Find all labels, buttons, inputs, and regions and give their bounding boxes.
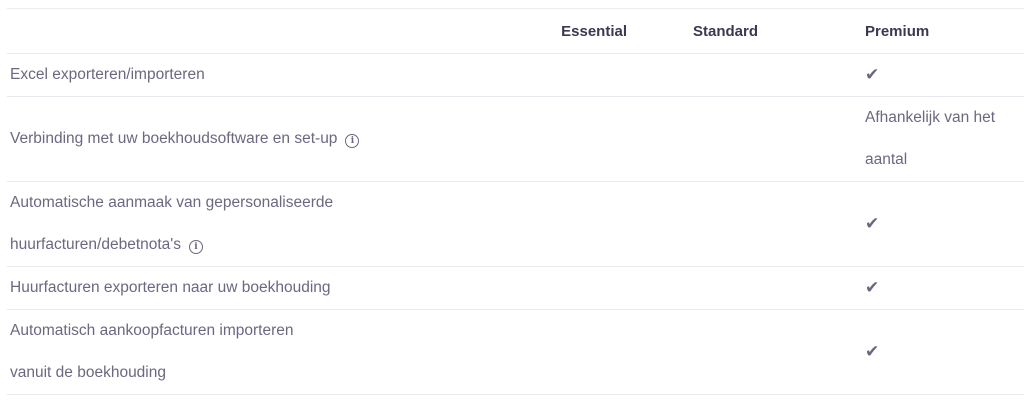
info-circle-icon[interactable]: i (189, 240, 203, 254)
table-header-row: Essential Standard Premium (7, 8, 1024, 54)
check-icon: ✔ (865, 278, 880, 298)
plan-comparison-table: Essential Standard Premium Excel exporte… (7, 8, 1024, 395)
table-row: Excel exporteren/importeren ✔ (7, 53, 1024, 97)
feature-column-header (7, 8, 461, 54)
feature-cell: Automatische aanmaak van gepersonaliseer… (7, 181, 461, 267)
check-icon: ✔ (865, 214, 880, 234)
premium-value-line: Afhankelijk van het (865, 109, 996, 126)
table-row: Huurfacturen exporteren naar uw boekhoud… (7, 266, 1024, 310)
plan-header-premium: Premium (805, 8, 1024, 54)
feature-label-line: Automatische aanmaak van gepersonaliseer… (10, 194, 334, 211)
premium-value-line: aantal (865, 151, 908, 168)
plan-header-essential: Essential (461, 8, 633, 54)
check-icon: ✔ (865, 65, 880, 85)
premium-cell: ✔ (805, 181, 1024, 267)
table-row: Automatisch aankoopfacturen importeren v… (7, 309, 1024, 395)
feature-label: Huurfacturen exporteren naar uw boekhoud… (10, 279, 331, 296)
feature-cell: Automatisch aankoopfacturen importeren v… (7, 309, 461, 395)
feature-label: Excel exporteren/importeren (10, 66, 205, 83)
table-row: Verbinding met uw boekhoudsoftware en se… (7, 96, 1024, 182)
feature-cell: Huurfacturen exporteren naar uw boekhoud… (7, 266, 461, 310)
feature-cell: Excel exporteren/importeren (7, 53, 461, 97)
premium-cell: ✔ (805, 266, 1024, 310)
feature-label-line: huurfacturen/debetnota's i (10, 224, 461, 266)
premium-cell: Afhankelijk van het aantal (805, 96, 1024, 182)
check-icon: ✔ (865, 342, 880, 362)
premium-cell: ✔ (805, 53, 1024, 97)
table-row: Automatische aanmaak van gepersonaliseer… (7, 181, 1024, 267)
standard-cell (633, 53, 805, 97)
essential-cell (461, 181, 633, 267)
feature-label: Verbinding met uw boekhoudsoftware en se… (10, 118, 461, 160)
standard-cell (633, 309, 805, 395)
standard-cell (633, 266, 805, 310)
essential-cell (461, 266, 633, 310)
standard-cell (633, 181, 805, 267)
essential-cell (461, 309, 633, 395)
premium-cell: ✔ (805, 309, 1024, 395)
essential-cell (461, 53, 633, 97)
standard-cell (633, 96, 805, 182)
comparison-table-container: Essential Standard Premium Excel exporte… (0, 0, 1024, 404)
feature-label-line: Automatisch aankoopfacturen importeren (10, 322, 294, 339)
plan-header-standard: Standard (633, 8, 805, 54)
feature-cell: Verbinding met uw boekhoudsoftware en se… (7, 96, 461, 182)
essential-cell (461, 96, 633, 182)
info-circle-icon[interactable]: i (345, 134, 360, 148)
feature-label-line: vanuit de boekhouding (10, 364, 166, 381)
